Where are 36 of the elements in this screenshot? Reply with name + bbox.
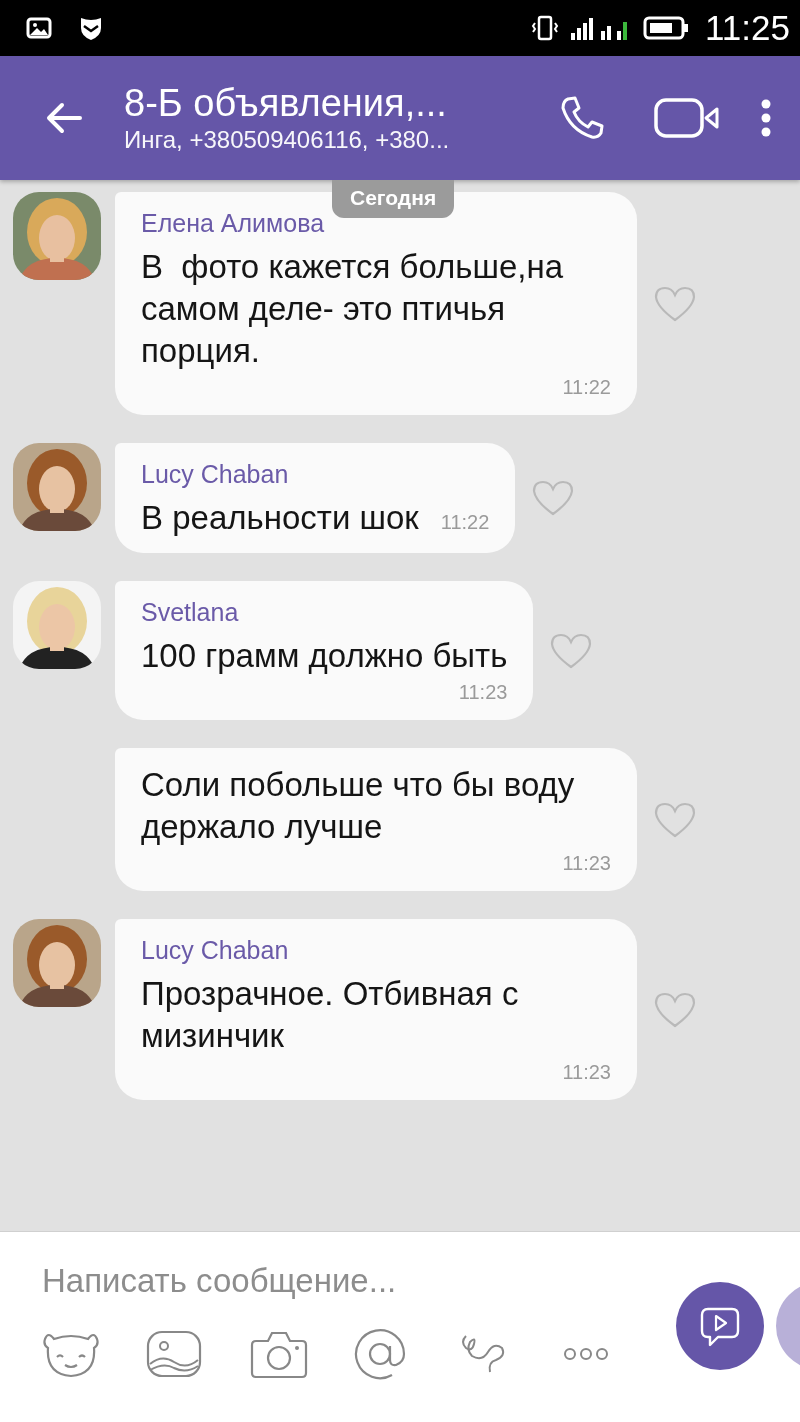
- speech-bubble-play-icon: [700, 1305, 740, 1347]
- video-camera-icon: [654, 96, 722, 140]
- message-time: 11:23: [561, 1061, 611, 1084]
- message-time: 11:22: [440, 511, 490, 534]
- battery-icon: [643, 15, 689, 41]
- message-time: 11:23: [457, 681, 508, 704]
- chat-participants: Инга, +380509406116, +380...: [124, 125, 451, 155]
- more-horizontal-icon: [562, 1346, 610, 1362]
- message-text: 100 грамм должно быть: [141, 636, 508, 676]
- message-input-field[interactable]: Написать сообщение...: [42, 1262, 602, 1300]
- image-icon: [146, 1330, 202, 1378]
- camera-icon: [250, 1329, 308, 1379]
- at-sign-icon: [354, 1328, 406, 1380]
- vibrate-icon: [531, 14, 559, 42]
- back-arrow-icon: [44, 101, 84, 135]
- message-time: 11:22: [561, 376, 611, 399]
- chat-title[interactable]: 8-Б объявления,...: [124, 81, 554, 125]
- more-vertical-icon: [760, 98, 772, 138]
- shield-icon: [78, 15, 104, 41]
- heart-icon: [653, 990, 697, 1029]
- sender-name: Lucy Chaban: [141, 935, 290, 965]
- date-label: Сегодня: [332, 180, 455, 218]
- message-text: В фото кажется больше,на самом деле- это птичья порция.: [141, 247, 565, 371]
- sender-name: Lucy Chaban: [141, 459, 290, 489]
- sender-name: Елена Алимова: [141, 208, 326, 238]
- heart-icon: [653, 800, 697, 839]
- image-icon: [26, 17, 52, 39]
- heart-icon: [531, 479, 576, 517]
- heart-icon: [549, 631, 594, 670]
- message-text: Соли побольше что бы воду держало лучше: [141, 765, 576, 847]
- heart-icon: [653, 284, 697, 323]
- message-text: В реальности шок: [141, 498, 419, 538]
- sender-name: Svetlana: [141, 597, 240, 627]
- clock-time: 11:25: [705, 8, 790, 48]
- message-text: Прозрачное. Отбивная с мизинчик: [141, 974, 520, 1056]
- message-time: 11:23: [561, 852, 611, 875]
